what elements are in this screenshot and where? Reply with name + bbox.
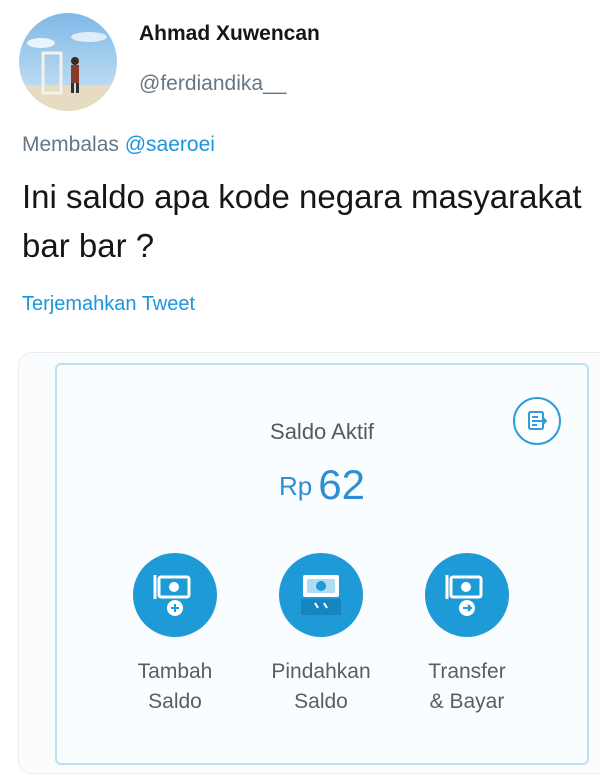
money-plus-icon bbox=[153, 575, 191, 616]
action-label-line1: Transfer bbox=[428, 660, 506, 683]
balance-label: Saldo Aktif bbox=[270, 419, 374, 444]
pindahkan-saldo-button[interactable]: Pindahkan Saldo bbox=[241, 553, 401, 717]
action-circle bbox=[425, 553, 509, 637]
money-arrow-icon bbox=[445, 575, 483, 616]
action-label: Pindahkan Saldo bbox=[241, 657, 401, 717]
action-label: Transfer & Bayar bbox=[387, 657, 547, 717]
tambah-saldo-button[interactable]: Tambah Saldo bbox=[95, 553, 255, 717]
transfer-bayar-button[interactable]: Transfer & Bayar bbox=[387, 553, 547, 717]
action-label: Tambah Saldo bbox=[95, 657, 255, 717]
avatar[interactable] bbox=[19, 13, 117, 111]
action-circle bbox=[133, 553, 217, 637]
avatar-image bbox=[19, 13, 117, 111]
display-name[interactable]: Ahmad Xuwencan bbox=[139, 22, 320, 46]
reply-prefix: Membalas bbox=[22, 133, 119, 156]
reply-context: Membalas @saeroei bbox=[22, 133, 215, 157]
action-label-line1: Tambah bbox=[137, 660, 213, 683]
translate-tweet-link[interactable]: Terjemahkan Tweet bbox=[22, 293, 195, 316]
tweet-text: Ini saldo apa kode negara masyarakat bar… bbox=[22, 178, 582, 264]
action-label-line2: Saldo bbox=[294, 690, 348, 713]
wallet-balance-card: Saldo Aktif Rp 62 Tambah Saldo Pindahkan… bbox=[55, 363, 589, 765]
action-circle bbox=[279, 553, 363, 637]
currency-label: Rp bbox=[279, 471, 313, 501]
balance-value: Rp 62 bbox=[57, 461, 587, 509]
money-transfer-icon bbox=[301, 575, 341, 615]
action-label-line2: Saldo bbox=[148, 690, 202, 713]
action-label-line1: Pindahkan bbox=[271, 660, 371, 683]
reply-mention-link[interactable]: @saeroei bbox=[125, 133, 215, 156]
balance-amount: 62 bbox=[318, 461, 365, 508]
action-label-line2: & Bayar bbox=[429, 690, 505, 713]
user-handle[interactable]: @ferdiandika__ bbox=[139, 72, 286, 96]
